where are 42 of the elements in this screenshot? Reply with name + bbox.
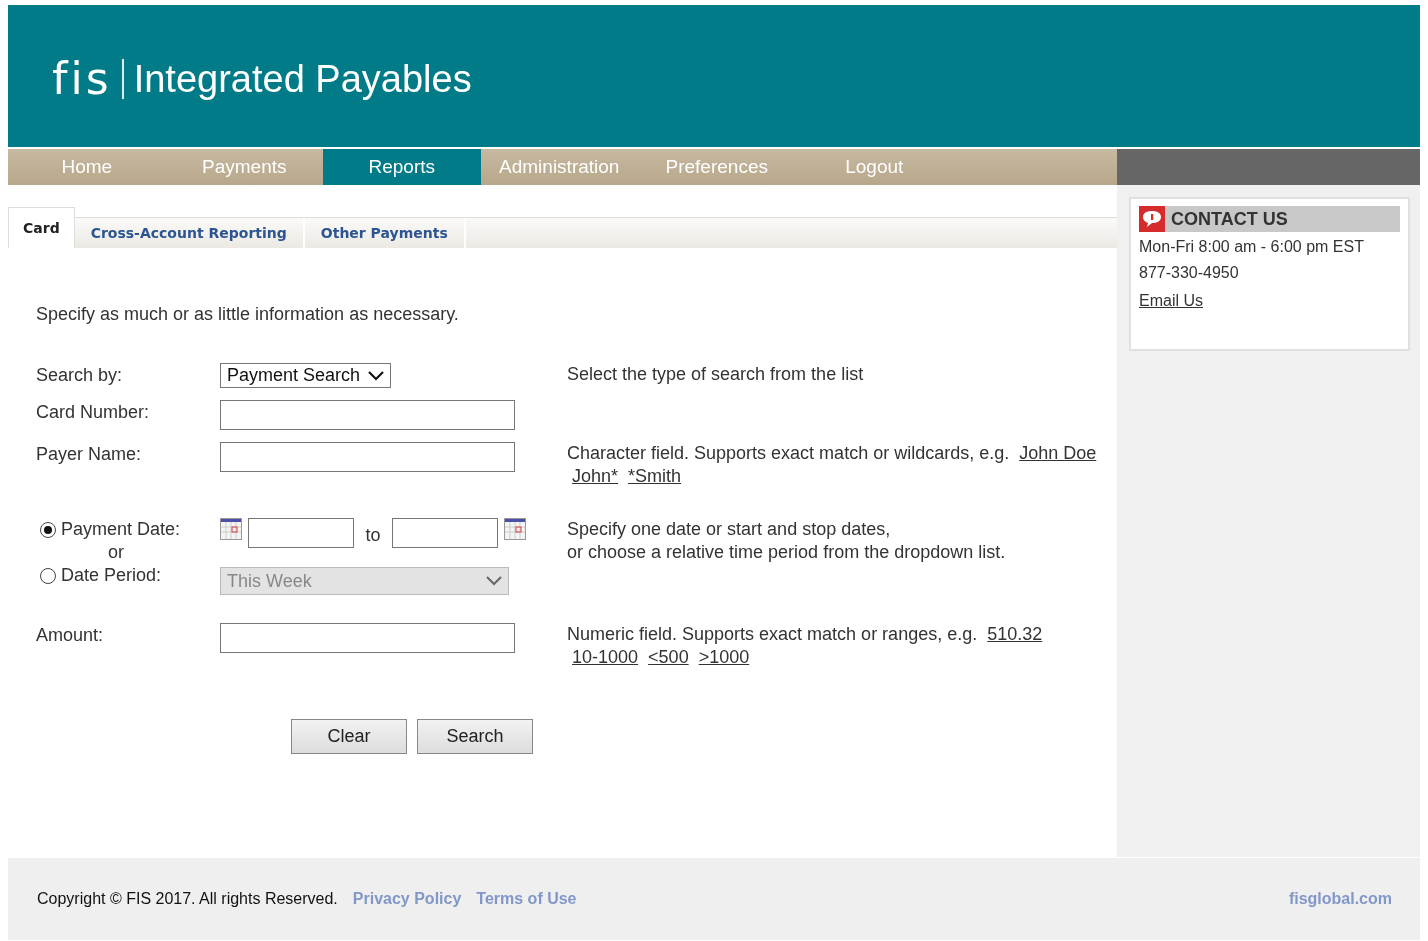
hint-text: Character field. Supports exact match or wildcards, e.g. John Doe John* *Smith <box>567 442 1097 488</box>
example-link[interactable]: 510.32 <box>987 624 1043 644</box>
email-link[interactable]: Email Us <box>1139 288 1400 314</box>
copyright-text: Copyright © FIS 2017. All rights Reserved. <box>37 890 338 908</box>
hint-text: Select the type of search from the list <box>567 363 865 386</box>
chevron-down-icon <box>486 576 502 586</box>
tab[interactable]: Cross-Account Reporting <box>74 218 305 248</box>
tab[interactable]: Other Payments <box>304 218 466 248</box>
field-label: Card Number: <box>36 401 151 424</box>
payer-name-field[interactable] <box>220 442 515 472</box>
hint-text: Specify one date or start and stop dates, or choose a relative time period from the dropdown list. <box>567 518 1007 564</box>
contact-hours: Mon-Fri 8:00 am - 6:00 pm EST <box>1139 237 1365 257</box>
field-label: Payer Name: <box>36 443 143 466</box>
logo: fis <box>52 59 124 99</box>
amount-field[interactable] <box>220 623 515 653</box>
chevron-down-icon <box>368 370 385 381</box>
example-link[interactable]: >1000 <box>698 647 750 667</box>
speech-bubble-icon <box>1139 206 1165 232</box>
contact-title: CONTACT US <box>1171 208 1288 230</box>
to-text: to <box>364 524 382 547</box>
hint-text: Numeric field. Supports exact match or ranges, e.g. 510.32 10-1000 <500 >1000 <box>567 623 1044 669</box>
start-date-field[interactable] <box>248 518 354 548</box>
nav-item[interactable]: Reports <box>323 149 481 185</box>
end-date-field[interactable] <box>392 518 498 548</box>
contact-phone: 877-330-4950 <box>1139 263 1240 283</box>
calendar-icon[interactable] <box>504 518 526 540</box>
example-link[interactable]: 10-1000 <box>572 647 639 667</box>
or-text: or <box>107 541 125 564</box>
field-label: Amount: <box>36 624 105 647</box>
search-type-dropdown[interactable]: Payment Search <box>220 363 392 388</box>
intro-text: Specify as much or as little information as necessary. <box>36 304 460 325</box>
tab[interactable]: Card <box>8 207 75 248</box>
form-button[interactable]: Search <box>417 719 533 754</box>
example-link[interactable]: <500 <box>648 647 689 667</box>
calendar-icon[interactable] <box>220 518 242 540</box>
field-label: Search by: <box>36 364 124 387</box>
example-link[interactable]: *Smith <box>628 466 682 486</box>
form-button[interactable]: Clear <box>291 719 407 754</box>
example-link[interactable]: John Doe <box>1019 443 1097 463</box>
example-link[interactable]: John* <box>572 466 619 486</box>
app-title: Integrated Payables <box>132 57 472 101</box>
card-number-field[interactable] <box>220 400 515 430</box>
